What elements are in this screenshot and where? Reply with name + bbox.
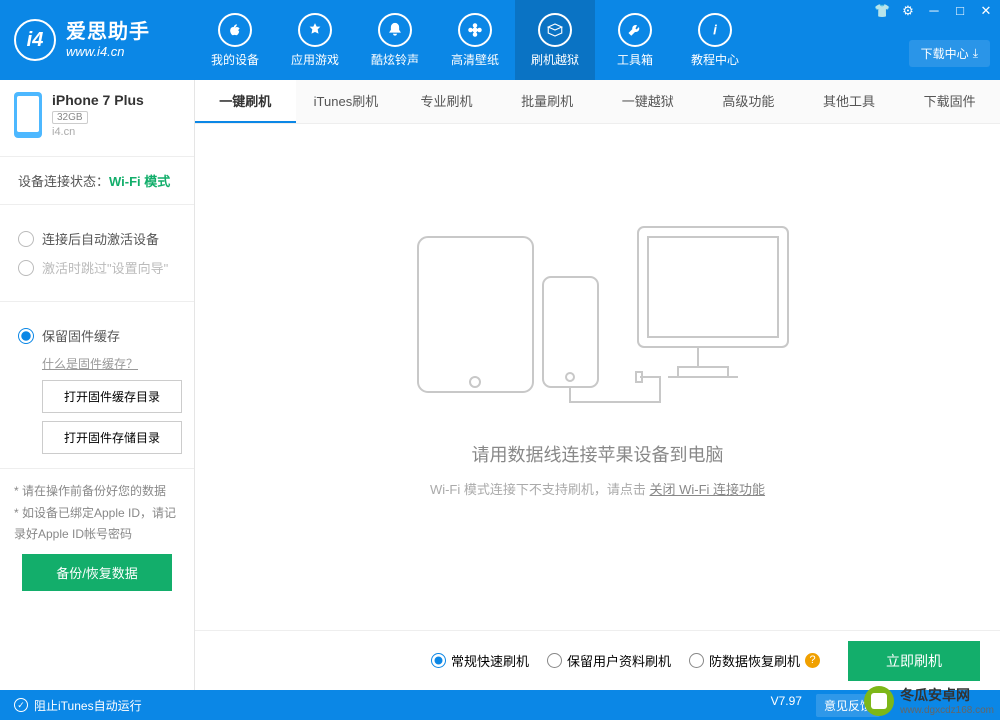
info-icon: i — [698, 13, 732, 47]
radio-icon — [689, 653, 704, 668]
appstore-icon — [298, 13, 332, 47]
tab-advanced[interactable]: 高级功能 — [698, 80, 799, 123]
option-skip-wizard: 激活时跳过"设置向导" — [18, 258, 176, 277]
device-name: iPhone 7 Plus — [52, 92, 144, 108]
open-firmware-cache-button[interactable]: 打开固件缓存目录 — [42, 380, 182, 413]
maximize-icon[interactable]: □ — [952, 3, 968, 19]
option-keep-firmware[interactable]: 保留固件缓存 — [18, 326, 176, 345]
radio-icon — [547, 653, 562, 668]
nav-tutorials[interactable]: i教程中心 — [675, 0, 755, 80]
nav-wallpapers[interactable]: 高清壁纸 — [435, 0, 515, 80]
flower-icon — [458, 13, 492, 47]
nav-apps[interactable]: 应用游戏 — [275, 0, 355, 80]
radio-checked-icon — [18, 328, 34, 344]
nav-my-device[interactable]: 我的设备 — [195, 0, 275, 80]
device-info[interactable]: iPhone 7 Plus 32GB i4.cn — [0, 80, 194, 156]
skin-icon[interactable]: 👕 — [874, 3, 890, 19]
app-subtitle: www.i4.cn — [66, 44, 150, 60]
connect-message: 请用数据线连接苹果设备到电脑 — [472, 441, 724, 467]
open-firmware-store-button[interactable]: 打开固件存储目录 — [42, 421, 182, 454]
connect-sub-message: Wi-Fi 模式连接下不支持刷机，请点击 关闭 Wi-Fi 连接功能 — [430, 479, 765, 498]
device-subtitle: i4.cn — [52, 126, 144, 138]
check-icon — [14, 698, 28, 712]
device-capacity: 32GB — [52, 111, 88, 124]
close-icon[interactable]: ✕ — [978, 3, 994, 19]
backup-restore-button[interactable]: 备份/恢复数据 — [22, 554, 172, 591]
tab-pro-flash[interactable]: 专业刷机 — [396, 80, 497, 123]
tab-download-fw[interactable]: 下载固件 — [899, 80, 1000, 123]
connect-illustration — [398, 217, 798, 417]
tab-oneclick-flash[interactable]: 一键刷机 — [195, 80, 296, 123]
nav-ringtones[interactable]: 酷炫铃声 — [355, 0, 435, 80]
apple-icon — [218, 13, 252, 47]
radio-icon — [18, 231, 34, 247]
nav-toolbox[interactable]: 工具箱 — [595, 0, 675, 80]
box-icon — [538, 13, 572, 47]
tab-itunes-flash[interactable]: iTunes刷机 — [296, 80, 397, 123]
nav-flash[interactable]: 刷机越狱 — [515, 0, 595, 80]
radio-checked-icon — [431, 653, 446, 668]
option-keep-data[interactable]: 保留用户资料刷机 — [547, 651, 671, 670]
disable-wifi-link[interactable]: 关闭 Wi-Fi 连接功能 — [650, 482, 766, 497]
app-logo: i4 爱思助手 www.i4.cn — [0, 19, 195, 61]
help-icon[interactable]: ? — [805, 653, 820, 668]
flash-now-button[interactable]: 立即刷机 — [848, 641, 980, 681]
settings-icon[interactable]: ⚙ — [900, 3, 916, 19]
minimize-icon[interactable]: ─ — [926, 3, 942, 19]
logo-icon: i4 — [14, 19, 56, 61]
download-icon: ⤓ — [973, 46, 978, 61]
watermark-icon — [864, 686, 894, 716]
watermark: 冬瓜安卓网 www.dgxcdz168.com — [864, 685, 994, 716]
svg-text:i: i — [714, 22, 717, 36]
option-fast-flash[interactable]: 常规快速刷机 — [431, 651, 529, 670]
version-label: V7.97 — [771, 694, 802, 717]
bell-icon — [378, 13, 412, 47]
tips-block: * 请在操作前备份好您的数据 * 如设备已绑定Apple ID，请记录好Appl… — [0, 468, 194, 603]
firmware-help-link[interactable]: 什么是固件缓存？ — [42, 357, 138, 371]
radio-icon — [18, 260, 34, 276]
block-itunes-toggle[interactable]: 阻止iTunes自动运行 — [34, 697, 142, 714]
phone-icon — [14, 92, 42, 138]
download-center-button[interactable]: 下载中心⤓ — [909, 40, 990, 67]
option-anti-recovery[interactable]: 防数据恢复刷机? — [689, 651, 820, 670]
app-title: 爱思助手 — [66, 20, 150, 44]
connection-status: 设备连接状态：Wi-Fi 模式 — [18, 171, 176, 190]
option-auto-activate[interactable]: 连接后自动激活设备 — [18, 229, 176, 248]
tab-jailbreak[interactable]: 一键越狱 — [598, 80, 699, 123]
tab-batch-flash[interactable]: 批量刷机 — [497, 80, 598, 123]
wrench-icon — [618, 13, 652, 47]
tab-other-tools[interactable]: 其他工具 — [799, 80, 900, 123]
